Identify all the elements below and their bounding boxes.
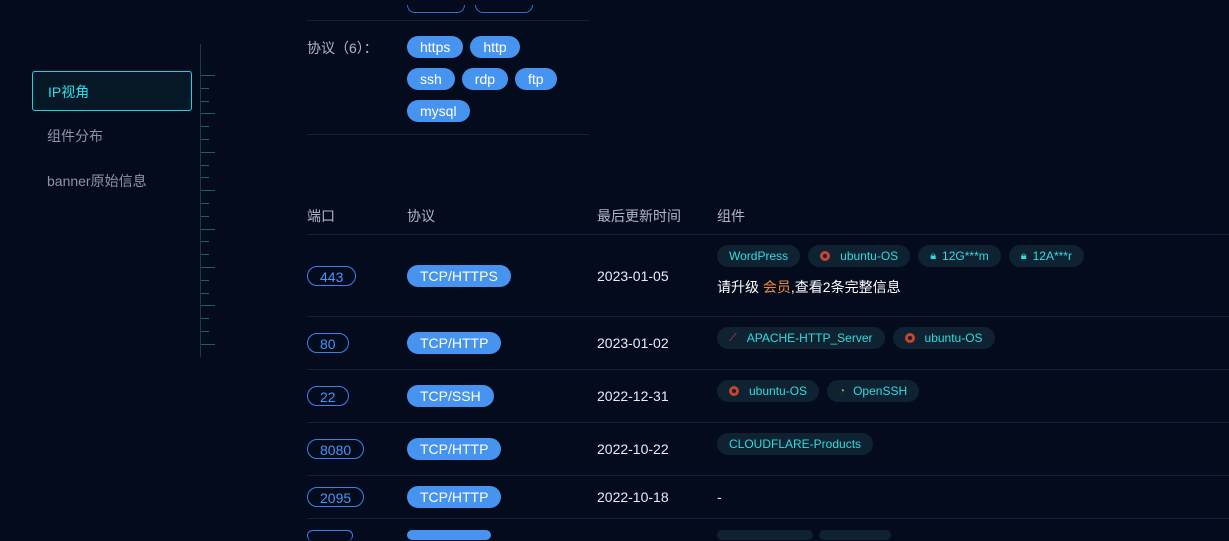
table-header: 端口 协议 最后更新时间 组件 (0, 206, 1229, 234)
row-divider (307, 369, 1229, 370)
update-date: 2022-10-22 (597, 441, 669, 457)
protocol-tag-ssh[interactable]: ssh (407, 68, 455, 90)
ruler-tick (201, 267, 215, 268)
ruler-tick (201, 279, 209, 281)
component-cell: ⟋ APACHE-HTTP_Server ubuntu-OS (717, 327, 995, 349)
side-nav: IP视角 组件分布 banner原始信息 (32, 71, 192, 206)
update-date: 2022-10-18 (597, 489, 669, 505)
protocol-badge[interactable]: TCP/HTTP (407, 486, 502, 508)
component-cell: CLOUDFLARE-Products (717, 433, 874, 455)
protocol-badge[interactable]: TCP/HTTP (407, 438, 502, 460)
ubuntu-icon (904, 333, 915, 343)
divider (307, 20, 589, 21)
component-tag[interactable]: 🔒︎ 12A***r (1008, 245, 1084, 267)
component-cell: ubuntu-OS ◔ OpenSSH (717, 380, 920, 402)
update-date: 2023-01-02 (597, 335, 669, 351)
table-row-2095: 2095 (307, 487, 365, 508)
row-divider (307, 475, 1229, 476)
port-badge[interactable]: 8080 (307, 439, 365, 459)
lock-icon: 🔒︎ (930, 249, 937, 262)
ruler-tick (201, 177, 209, 179)
ruler-tick (201, 139, 209, 140)
feather-icon: ⟋ (729, 331, 737, 344)
header-components: 组件 (717, 208, 745, 224)
update-date: 2023-01-05 (597, 268, 669, 284)
ruler-tick (201, 164, 209, 166)
ruler-tick (201, 241, 209, 243)
ruler-tick (201, 305, 215, 307)
update-date: 2022-12-31 (597, 388, 669, 404)
ruler-tick (201, 343, 215, 345)
protocol-tag-rdp[interactable]: rdp (461, 68, 509, 90)
header-updated: 最后更新时间 (597, 208, 681, 224)
partial-component-tag (819, 530, 891, 540)
scroll-ruler (200, 44, 216, 357)
row-divider (307, 518, 1229, 519)
previous-tags-fragment (407, 0, 543, 18)
table-row-8080: 8080 (307, 439, 365, 460)
header-protocol: 协议 (407, 208, 435, 224)
protocol-tag-http[interactable]: http (470, 36, 520, 58)
component-tag[interactable]: WordPress (717, 245, 801, 267)
ruler-tick (201, 254, 209, 256)
ruler-tick (201, 87, 209, 89)
ruler-tick (201, 203, 209, 204)
partial-protocol-badge (407, 530, 491, 540)
partial-port-badge (307, 530, 353, 541)
ruler-line (200, 44, 201, 357)
ubuntu-icon (820, 251, 831, 261)
divider (307, 134, 589, 135)
port-badge[interactable]: 80 (307, 333, 349, 353)
protocol-tag-list: https http ssh rdp ftp mysql (407, 36, 587, 132)
protocol-tag-https[interactable]: https (407, 36, 464, 58)
ruler-tick (201, 318, 209, 320)
protocol-badge[interactable]: TCP/HTTPS (407, 265, 511, 287)
nav-item-ip-view[interactable]: IP视角 (32, 71, 192, 111)
table-row-22: 22 (307, 386, 349, 407)
openssh-icon: ◔ (839, 385, 846, 397)
ruler-tick (201, 190, 215, 192)
port-badge[interactable]: 2095 (307, 487, 365, 507)
nav-item-banner-raw[interactable]: banner原始信息 (32, 161, 192, 201)
lock-icon: 🔒︎ (1020, 249, 1027, 262)
protocol-count-label: 协议（6）： (307, 40, 378, 56)
partial-component-tag (717, 530, 813, 540)
upgrade-notice: 请升级 会员,查看2条完整信息 (717, 279, 901, 295)
component-empty: - (717, 489, 722, 505)
port-badge[interactable]: 443 (307, 266, 357, 286)
protocol-badge[interactable]: TCP/SSH (407, 385, 494, 407)
ruler-tick (201, 75, 215, 76)
ruler-tick (201, 100, 209, 102)
component-tag[interactable]: ubuntu-OS (717, 380, 820, 402)
nav-item-component-distribution[interactable]: 组件分布 (32, 116, 192, 156)
component-tag[interactable]: ◔ OpenSSH (827, 380, 920, 402)
row-divider (307, 422, 1229, 423)
header-port: 端口 (307, 208, 335, 224)
row-divider (307, 316, 1229, 317)
component-tag[interactable]: 🔒︎ 12G***m (918, 245, 1001, 267)
component-tag[interactable]: ⟋ APACHE-HTTP_Server (717, 327, 885, 349)
protocol-tag-ftp[interactable]: ftp (515, 68, 557, 90)
table-row-443: 443 (307, 266, 357, 287)
ruler-tick (201, 151, 215, 153)
component-cell: WordPress ubuntu-OS 🔒︎ 12G***m 🔒︎ 12A***r … (717, 245, 1084, 297)
ubuntu-icon (729, 386, 739, 396)
ruler-tick (201, 113, 215, 115)
ruler-tick (201, 292, 209, 294)
row-divider (307, 234, 1229, 235)
component-tag[interactable]: ubuntu-OS (892, 327, 995, 349)
protocol-badge[interactable]: TCP/HTTP (407, 332, 502, 354)
ruler-tick (201, 126, 209, 128)
vip-link[interactable]: 会员 (763, 279, 791, 295)
protocol-tag-mysql[interactable]: mysql (407, 100, 470, 122)
port-badge[interactable]: 22 (307, 386, 349, 406)
component-tag[interactable]: CLOUDFLARE-Products (717, 433, 874, 455)
ruler-tick (201, 331, 209, 332)
table-row-80: 80 (307, 333, 349, 354)
component-tag[interactable]: ubuntu-OS (808, 245, 911, 267)
